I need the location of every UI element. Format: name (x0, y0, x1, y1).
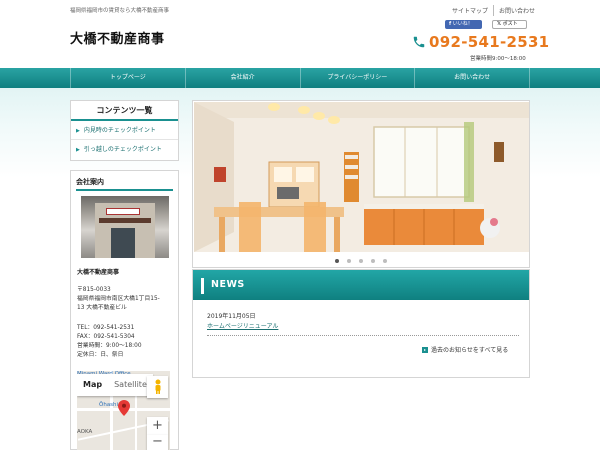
phone-block[interactable]: 092-541-2531 (412, 33, 549, 51)
contents-title: コンテンツ一覧 (71, 101, 178, 121)
map-pin-icon[interactable] (118, 400, 130, 416)
nav-item-company[interactable]: 会社紹介 (184, 68, 300, 88)
nav-item-privacy[interactable]: プライバシーポリシー (299, 68, 415, 88)
facebook-like-label: いいね！ (452, 21, 473, 27)
tagline: 福岡県福岡市の賃貸なら大橋不動産商事 (70, 8, 170, 14)
news-headline-link[interactable]: ホームページリニューアル (207, 321, 278, 330)
arrow-right-icon (422, 347, 428, 353)
news-section: NEWS 2019年11月05日 ホームページリニューアル 過去のお知らせをすべ… (192, 269, 530, 378)
company-name: 大橋不動産商事 (77, 269, 120, 276)
slider-dot[interactable] (359, 259, 363, 263)
map-tab-map[interactable]: Map (77, 374, 108, 396)
twitter-post-label: ポスト (502, 21, 518, 27)
hero-slider[interactable] (192, 100, 530, 268)
company-address-line2: 13 大橋不動産ビル (77, 305, 127, 311)
x-icon: 𝕏 (497, 21, 502, 27)
sitemap-link[interactable]: サイトマップ (447, 5, 495, 16)
sidebar-link-label: 内見時のチェックポイント (83, 127, 156, 134)
hero-slide-kitchen-image (194, 102, 529, 252)
global-nav: トップページ 会社紹介 プライバシーポリシー お問い合わせ (0, 68, 600, 88)
nav-item-home[interactable]: トップページ (70, 68, 185, 88)
slider-dot[interactable] (335, 259, 339, 263)
sidebar-link-label: 引っ越しのチェックポイント (83, 146, 162, 153)
sidebar-link-viewing[interactable]: ▶ 内見時のチェックポイント (71, 121, 178, 140)
contents-box: コンテンツ一覧 ▶ 内見時のチェックポイント ▶ 引っ越しのチェックポイント (70, 100, 179, 161)
slider-dot[interactable] (371, 259, 375, 263)
triangle-right-icon: ▶ (76, 128, 80, 134)
news-header: NEWS (193, 270, 529, 300)
facebook-icon: f (449, 21, 452, 27)
slider-dot[interactable] (383, 259, 387, 263)
map-road (135, 391, 137, 450)
company-title: 会社案内 (76, 177, 173, 191)
news-title: NEWS (211, 279, 245, 290)
office-photo (81, 196, 169, 258)
zoom-in-button[interactable]: + (147, 417, 168, 435)
phone-icon (413, 36, 425, 48)
photo-door (111, 228, 135, 258)
sidebar-link-moving[interactable]: ▶ 引っ越しのチェックポイント (71, 140, 178, 159)
nav-item-contact[interactable]: お問い合わせ (414, 68, 530, 88)
site-title[interactable]: 大橋不動産商事 (70, 28, 165, 47)
contact-link[interactable]: お問い合わせ (494, 5, 540, 16)
phone-number: 092-541-2531 (429, 33, 550, 51)
nav-inner: トップページ 会社紹介 プライバシーポリシー お問い合わせ (70, 68, 530, 88)
facebook-like-button[interactable]: f いいね！ (445, 20, 482, 29)
news-more-link[interactable]: 過去のお知らせをすべて見る (422, 345, 508, 354)
news-date: 2019年11月05日 (207, 313, 256, 320)
embedded-map[interactable]: Minami Ward Office Ōhashi AOKA Map Satel… (77, 371, 170, 450)
photo-sign (106, 208, 140, 215)
top-links: サイトマップ お問い合わせ (447, 5, 540, 16)
slider-dot[interactable] (347, 259, 351, 263)
map-label-station: Ōhashi (99, 402, 119, 408)
news-separator (207, 335, 519, 336)
news-more-label: 過去のお知らせをすべて見る (431, 347, 509, 354)
triangle-right-icon: ▶ (76, 147, 80, 153)
company-holidays: 定休日：日、祭日 (77, 352, 124, 358)
slider-dots (193, 257, 529, 263)
zoom-out-button[interactable]: − (147, 435, 168, 450)
map-label-area: AOKA (77, 429, 93, 435)
business-hours-header: 営業時間9:00～18:00 (470, 56, 526, 62)
map-type-tabs: Map Satellite (77, 374, 153, 396)
pegman-icon[interactable] (147, 376, 168, 398)
twitter-post-button[interactable]: 𝕏 ポスト (492, 20, 527, 29)
news-header-bar (201, 278, 204, 294)
photo-awning (99, 218, 151, 223)
